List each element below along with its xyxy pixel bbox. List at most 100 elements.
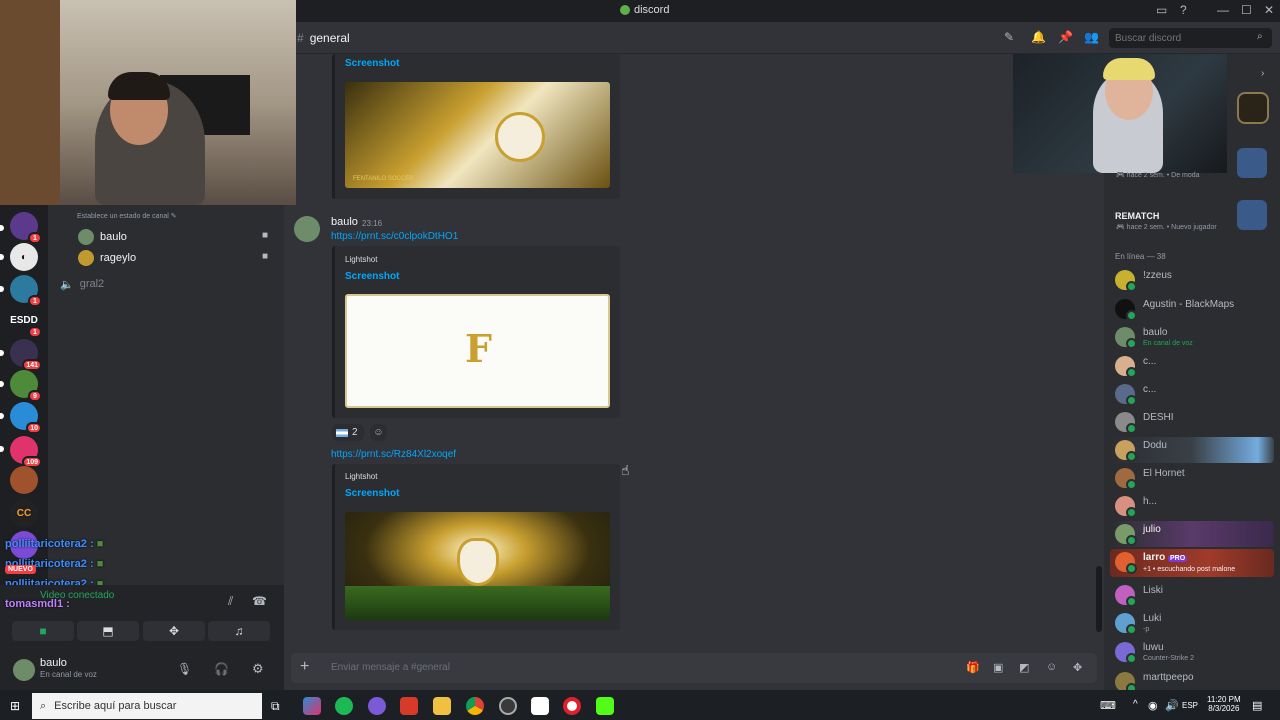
server-icon[interactable]: 9 [10, 370, 42, 402]
member-item[interactable]: h... [1115, 496, 1157, 518]
voice-user[interactable]: baulo [78, 229, 127, 245]
server-icon[interactable]: 1 [10, 275, 42, 307]
voice-channel-gral2[interactable]: 🔈 gral2 [60, 278, 104, 291]
server-icon[interactable]: 141 [10, 339, 42, 371]
message-link[interactable]: https://prnt.sc/Rz84Xl2xoqef [331, 449, 456, 460]
volume-icon[interactable]: 🔊 [1165, 699, 1179, 712]
member-item[interactable]: marttpeepo [1115, 672, 1194, 694]
member-item[interactable]: larro PRO +1 • escuchando post malone [1115, 552, 1235, 574]
avatar[interactable] [294, 216, 320, 242]
windows-start-icon[interactable]: ⊞ [10, 699, 20, 713]
avatar [1115, 440, 1137, 462]
voice-status[interactable]: Video conectado [40, 590, 114, 601]
member-item[interactable]: luwu Counter-Strike 2 [1115, 642, 1194, 664]
notification-icon[interactable]: ▤ [1252, 699, 1262, 712]
chrome-icon[interactable] [466, 697, 484, 715]
kick-icon[interactable] [596, 697, 614, 715]
member-item[interactable]: El Hornet [1115, 468, 1185, 490]
server-icon[interactable]: 109 [10, 436, 42, 468]
server-icon[interactable]: 10 [10, 402, 42, 434]
game-icon[interactable] [1237, 148, 1267, 178]
soundboard-button[interactable]: ♫ [208, 621, 270, 641]
gift-icon[interactable]: 🎁 [966, 661, 980, 674]
embed-title[interactable]: Screenshot [345, 488, 399, 499]
emoji-icon[interactable]: ☺ [1046, 661, 1057, 673]
embed-image[interactable]: FENTANILO SOCCER [345, 82, 610, 188]
clock[interactable]: 11:20 PM 8/3/2026 [1207, 695, 1241, 713]
spotify-icon[interactable] [335, 697, 353, 715]
message-input[interactable]: Enviar mensaje a #general [331, 662, 450, 673]
network-icon[interactable]: ◉ [1148, 699, 1158, 712]
sticker-icon[interactable]: ◩ [1019, 661, 1029, 674]
server-icon[interactable] [10, 466, 38, 494]
activity-title[interactable]: REMATCH [1115, 211, 1159, 221]
apps-icon[interactable]: ✥ [1073, 661, 1082, 674]
member-item[interactable]: baulo En canal de voz [1115, 327, 1193, 349]
inbox-icon[interactable]: ▭ [1156, 3, 1167, 17]
noise-suppression-icon[interactable]: ⫽ [228, 594, 233, 609]
chevron-right-icon[interactable]: › [1261, 68, 1264, 79]
channel-status-hint[interactable]: Establece un estado de canal ✎ [77, 212, 177, 220]
tray-chevron-icon[interactable]: ^ [1133, 699, 1138, 710]
search-input[interactable] [1109, 28, 1272, 48]
taskbar-search[interactable]: ⌕ Escribe aquí para buscar [32, 693, 262, 719]
app-icon[interactable] [499, 697, 517, 715]
settings-gear-icon[interactable]: ⚙ [252, 661, 264, 677]
taskbar-search-text: Escribe aquí para buscar [54, 700, 177, 712]
game-icon[interactable] [1237, 200, 1267, 230]
activities-button[interactable]: ✥ [143, 621, 205, 641]
copilot-icon[interactable] [303, 697, 321, 715]
app-icon[interactable] [531, 697, 549, 715]
member-list-icon[interactable]: 👥 [1084, 30, 1099, 44]
app-icon[interactable] [368, 697, 386, 715]
pin-icon[interactable]: 📌 [1058, 30, 1073, 44]
member-item[interactable]: Luki -p [1115, 613, 1161, 635]
status-hint-text: Establece un estado de canal [77, 213, 169, 220]
webcam-overlay [0, 0, 296, 205]
chat-scrollbar[interactable] [1096, 566, 1102, 632]
reaction[interactable]: 2 [332, 424, 364, 441]
help-icon[interactable]: ? [1180, 3, 1187, 17]
channel-name: gral2 [79, 278, 105, 290]
member-item[interactable]: Dodu [1115, 440, 1167, 462]
headphones-icon[interactable]: 🎧 [214, 662, 229, 676]
member-item[interactable]: julio [1115, 524, 1161, 546]
add-reaction-icon[interactable]: ☺ [370, 424, 387, 441]
member-item[interactable]: c... [1115, 356, 1156, 378]
embed-image[interactable]: F [345, 294, 610, 408]
screen-share-button[interactable]: ⬒ [77, 621, 139, 641]
message-link[interactable]: https://prnt.sc/c0clpokDtHO1 [331, 231, 458, 242]
task-view-icon[interactable]: ⧉ [271, 699, 280, 714]
keyboard-icon[interactable]: ⌨ [1100, 699, 1116, 712]
microphone-icon[interactable]: 🎙 [177, 662, 192, 676]
gif-icon[interactable]: ▣ [993, 661, 1003, 674]
server-icon[interactable]: CC [10, 499, 38, 527]
avatar[interactable] [13, 659, 35, 681]
language-indicator[interactable]: ESP [1182, 701, 1198, 710]
embed-title[interactable]: Screenshot [345, 58, 399, 69]
member-item[interactable]: Agustin - BlackMaps [1115, 299, 1234, 321]
server-icon[interactable]: 1 [10, 212, 42, 244]
opera-icon[interactable] [563, 697, 581, 715]
member-item[interactable]: DESHI [1115, 412, 1174, 434]
bell-icon[interactable]: 🔔 [1031, 30, 1046, 44]
member-item[interactable]: Liski [1115, 585, 1163, 607]
server-icon[interactable]: ◐ [10, 243, 38, 271]
minimize-button[interactable]: — [1217, 3, 1229, 17]
maximize-button[interactable]: ☐ [1241, 3, 1252, 17]
voice-user[interactable]: rageylo [78, 250, 136, 266]
disconnect-icon[interactable]: ☎ [252, 594, 267, 608]
member-item[interactable]: !zzeus [1115, 270, 1172, 292]
embed-image[interactable] [345, 512, 610, 620]
plus-icon[interactable]: + [300, 658, 309, 676]
close-button[interactable]: ✕ [1264, 3, 1274, 17]
file-explorer-icon[interactable] [433, 697, 451, 715]
app-icon[interactable] [400, 697, 418, 715]
message-author[interactable]: baulo [331, 216, 358, 228]
game-icon[interactable] [1237, 92, 1269, 124]
threads-icon[interactable]: ✎ [1004, 30, 1014, 44]
member-item[interactable]: c... [1115, 384, 1156, 406]
embed-title[interactable]: Screenshot [345, 271, 399, 282]
server-icon[interactable]: ESDD 1 [10, 306, 42, 338]
camera-button[interactable]: ■ [12, 621, 74, 641]
